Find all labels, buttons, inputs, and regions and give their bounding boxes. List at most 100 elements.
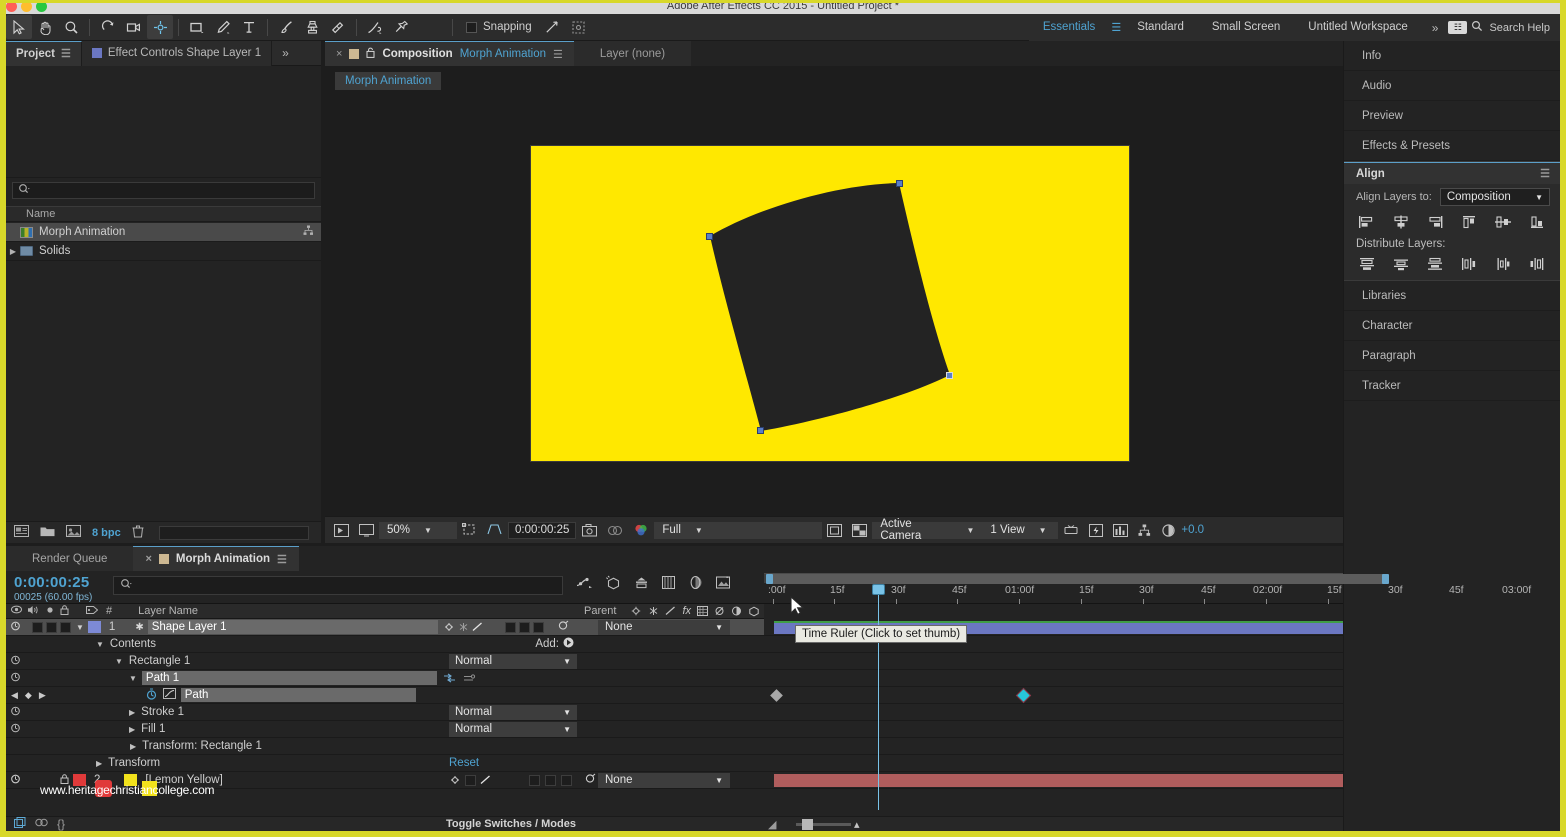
parent-pickwhip-icon[interactable] <box>557 620 569 634</box>
expand-group-icon[interactable]: ▶ <box>130 742 136 751</box>
switch-box[interactable] <box>529 774 540 786</box>
parent-dropdown[interactable]: None ▼ <box>598 772 730 788</box>
distribute-bottom-icon[interactable] <box>1424 255 1446 272</box>
toggle-mask-icon[interactable] <box>847 520 872 540</box>
sidebar-item-paragraph[interactable]: Paragraph <box>1344 341 1560 371</box>
zoom-tool[interactable] <box>58 15 84 39</box>
layer-duration-bar[interactable] <box>774 774 1343 787</box>
clone-stamp-tool[interactable] <box>299 15 325 39</box>
camera-view-dropdown[interactable]: Active Camera ▼ <box>872 518 983 542</box>
stopwatch-icon[interactable] <box>146 687 157 703</box>
distribute-left-icon[interactable] <box>1458 255 1480 272</box>
composition-panel-menu-icon[interactable]: ☰ <box>553 48 563 61</box>
blend-mode-dropdown[interactable]: Normal ▼ <box>449 653 577 669</box>
close-icon[interactable]: × <box>336 48 342 60</box>
toggle-switches-modes-button[interactable]: Toggle Switches / Modes <box>446 818 576 830</box>
eraser-tool[interactable] <box>325 15 351 39</box>
switch-box[interactable] <box>561 774 572 786</box>
zoom-slider-thumb[interactable] <box>802 819 813 830</box>
show-snapshot-icon[interactable] <box>602 520 628 540</box>
expand-group-icon[interactable]: ▶ <box>96 759 102 768</box>
project-search-input[interactable] <box>12 182 315 199</box>
align-panel-menu-icon[interactable]: ☰ <box>1540 167 1550 180</box>
comp-flowchart-icon[interactable] <box>1133 520 1156 540</box>
timeline-icon[interactable] <box>1108 520 1133 540</box>
selection-tool[interactable] <box>6 15 32 39</box>
align-right-icon[interactable] <box>1424 213 1446 230</box>
composition-canvas[interactable] <box>530 145 1130 462</box>
composition-viewer[interactable]: Morph Animation <box>325 66 1343 516</box>
magnification-dropdown[interactable]: 50% ▼ <box>379 521 457 539</box>
path-group-label[interactable]: Path 1 <box>141 671 437 685</box>
project-panel-menu-icon[interactable]: ☰ <box>61 47 71 60</box>
exposure-icon[interactable] <box>1156 520 1181 540</box>
table-row-contents[interactable]: ▼ Contents Add: <box>6 636 764 653</box>
label-color-swatch[interactable] <box>87 621 101 633</box>
switch-box[interactable] <box>532 621 544 633</box>
timeline-current-time[interactable]: 0:00:00:25 <box>14 574 89 591</box>
workspace-menu-icon[interactable]: ☰ <box>1109 21 1123 34</box>
path-vertex-handle[interactable] <box>706 233 713 240</box>
new-comp-icon[interactable] <box>14 525 29 540</box>
expand-group-icon[interactable]: ▶ <box>129 708 135 717</box>
view-layout-dropdown[interactable]: 1 View ▼ <box>982 521 1059 539</box>
align-left-icon[interactable] <box>1356 213 1378 230</box>
graph-editor-toggle-icon[interactable] <box>576 576 593 593</box>
sidebar-item-character[interactable]: Character <box>1344 311 1560 341</box>
exposure-value[interactable]: +0.0 <box>1181 524 1204 536</box>
tab-effect-controls[interactable]: Effect Controls Shape Layer 1 <box>81 40 273 66</box>
sidebar-item-libraries[interactable]: Libraries <box>1344 281 1560 311</box>
property-toggle-icon[interactable] <box>10 655 20 667</box>
expand-group-icon[interactable]: ▼ <box>115 657 123 666</box>
work-area-bar[interactable] <box>764 573 1389 584</box>
switch-box[interactable] <box>465 774 476 786</box>
workspace-untitled[interactable]: Untitled Workspace <box>1294 14 1422 41</box>
work-area-start-handle[interactable] <box>766 574 773 584</box>
tab-layer[interactable]: Layer (none) <box>573 41 692 66</box>
zoom-in-icon[interactable]: ▴ <box>854 818 860 831</box>
distribute-horizontal-center-icon[interactable] <box>1492 255 1514 272</box>
project-item-solids[interactable]: ▶ Solids <box>6 242 321 261</box>
parent-dropdown[interactable]: None ▼ <box>598 619 730 635</box>
snapshot-icon[interactable] <box>577 520 602 540</box>
brainstorm-icon[interactable] <box>715 575 731 593</box>
pen-tool[interactable] <box>210 15 236 39</box>
layer-switches[interactable] <box>449 774 491 786</box>
expand-layer-icon[interactable]: ▼ <box>76 623 84 632</box>
breadcrumb[interactable]: Morph Animation <box>335 72 442 90</box>
workspace-small-screen[interactable]: Small Screen <box>1198 14 1294 41</box>
blend-mode-dropdown[interactable]: Normal ▼ <box>449 704 577 720</box>
add-button-icon[interactable] <box>563 637 574 651</box>
path-merge-icons[interactable] <box>443 673 476 683</box>
expand-group-icon[interactable]: ▶ <box>129 725 135 734</box>
brush-tool[interactable] <box>273 15 299 39</box>
sidebar-item-tracker[interactable]: Tracker <box>1344 371 1560 401</box>
region-preview-icon[interactable] <box>822 520 847 540</box>
tab-composition[interactable]: × Composition Morph Animation ☰ <box>325 41 574 66</box>
blend-mode-dropdown[interactable]: Normal ▼ <box>449 721 577 737</box>
project-item-morph-animation[interactable]: Morph Animation <box>6 223 321 242</box>
sidebar-item-audio[interactable]: Audio <box>1344 71 1560 101</box>
keyframe-prev-icon[interactable]: ◀ <box>11 690 18 701</box>
current-time-indicator[interactable] <box>872 584 885 810</box>
delete-icon[interactable] <box>132 525 144 541</box>
align-bottom-icon[interactable] <box>1526 213 1548 230</box>
puppet-pin-tool[interactable] <box>388 15 414 39</box>
expand-group-icon[interactable]: ▼ <box>96 640 104 649</box>
camera-tool[interactable] <box>121 15 147 39</box>
region-of-interest-icon[interactable] <box>457 520 482 540</box>
hand-tool[interactable] <box>32 15 58 39</box>
folder-expand-icon[interactable]: ▶ <box>6 247 20 256</box>
path-vertex-handle-selected[interactable] <box>946 372 953 379</box>
tab-morph-animation-timeline[interactable]: × Morph Animation ☰ <box>133 546 299 571</box>
snap-arrow-icon[interactable] <box>540 15 566 39</box>
close-icon[interactable]: × <box>145 553 151 565</box>
align-top-icon[interactable] <box>1458 213 1480 230</box>
work-area-fill[interactable] <box>769 574 1385 584</box>
path-vertex-handle[interactable] <box>757 427 764 434</box>
table-row-path-property[interactable]: ◀ ◆ ▶ Path <box>6 687 764 704</box>
switch-box[interactable] <box>518 621 530 633</box>
sidebar-item-effects-presets[interactable]: Effects & Presets <box>1344 131 1560 161</box>
resolution-dropdown[interactable]: Full ▼ <box>654 521 823 539</box>
lock-icon[interactable] <box>366 47 375 61</box>
